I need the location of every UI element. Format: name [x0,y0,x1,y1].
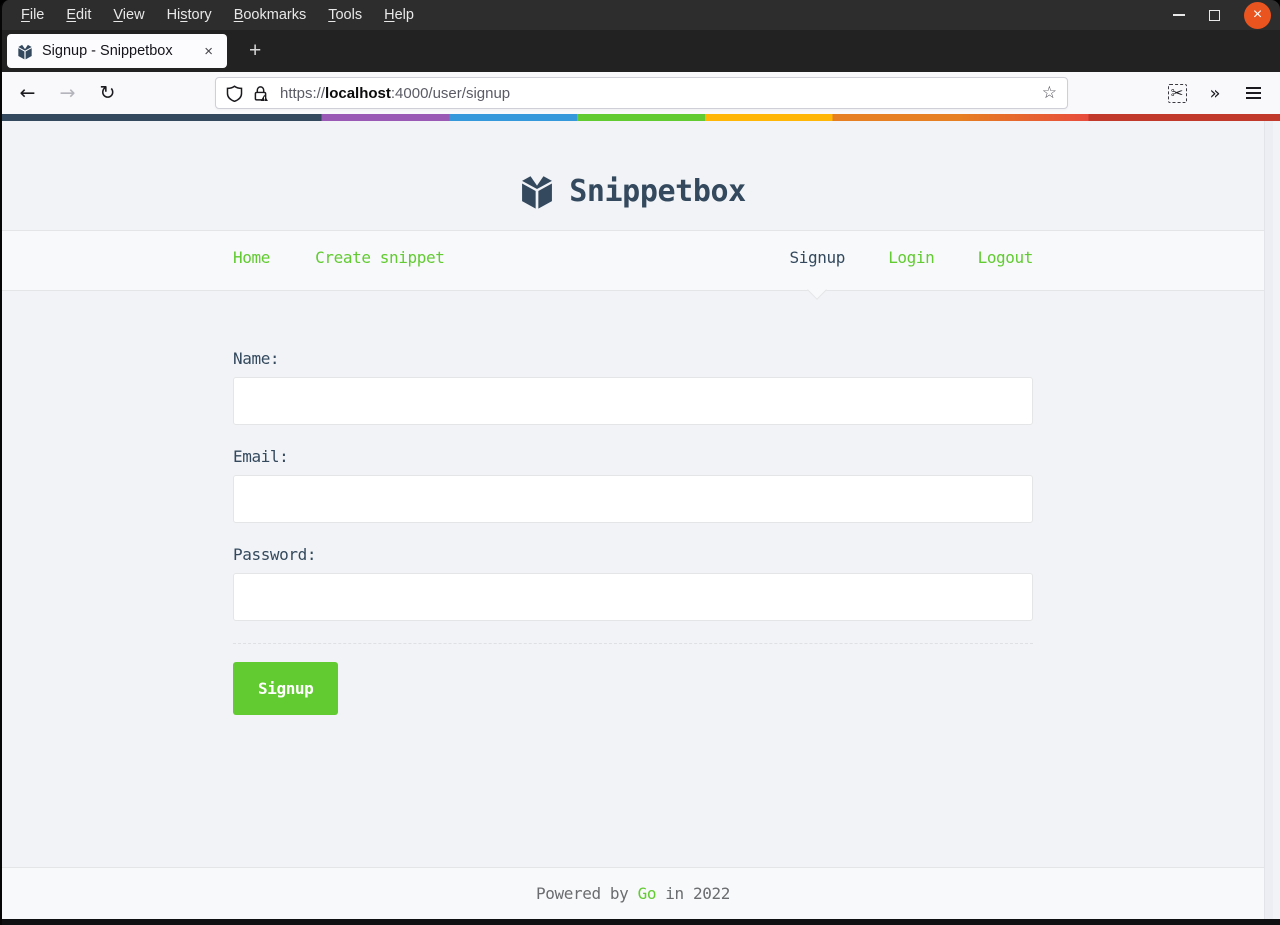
menu-bar: File Edit View History Bookmarks Tools H… [2,0,1280,30]
new-tab-button[interactable]: + [241,39,269,63]
close-button[interactable]: × [1244,1,1271,29]
nav-button-group: ← → ↻ [15,81,215,106]
forward-icon[interactable]: → [55,81,80,106]
nav-link-logout[interactable]: Logout [978,248,1034,267]
menu-file[interactable]: File [10,4,55,26]
screenshot-icon: ✂ [1167,83,1187,103]
toolbar-right-group: ✂ » [1163,79,1267,107]
site-header: Snippetbox [2,121,1264,231]
signup-form-area: Name: Email: Password: Signup [2,349,1264,867]
menu-tools[interactable]: Tools [317,4,373,26]
menu-help[interactable]: Help [373,4,425,26]
maximize-button[interactable] [1209,9,1220,21]
signup-submit-button[interactable]: Signup [233,662,339,715]
menu-history[interactable]: History [156,4,223,26]
active-tab-arrow [807,280,828,300]
signup-form: Name: Email: Password: Signup [233,349,1033,715]
hamburger-menu-icon[interactable] [1239,79,1267,107]
password-label: Password: [233,545,317,564]
menu-bookmarks[interactable]: Bookmarks [223,4,318,26]
shield-icon[interactable] [226,84,243,102]
form-group-password: Password: [233,545,1033,621]
menu-view[interactable]: View [102,4,155,26]
email-field[interactable] [233,475,1033,523]
site-nav: Home Create snippet Signup Login Logout [2,231,1264,300]
nav-link-create-snippet[interactable]: Create snippet [315,248,445,267]
page-content: Snippetbox Home Create snippet Signup Lo… [2,121,1264,919]
reload-icon[interactable]: ↻ [95,81,120,106]
lock-warning-icon[interactable] [252,85,269,102]
form-group-email: Email: [233,447,1033,523]
screenshot-button[interactable]: ✂ [1163,79,1191,107]
menu-edit[interactable]: Edit [55,4,102,26]
nav-link-signup[interactable]: Signup [790,248,845,300]
nav-right: Signup Login Logout [790,248,1034,300]
email-label: Email: [233,447,289,466]
tab-signup-snippetbox[interactable]: Signup - Snippetbox × [7,34,227,68]
back-icon[interactable]: ← [15,81,40,106]
page-viewport: Snippetbox Home Create snippet Signup Lo… [2,121,1280,919]
overflow-chevron-icon[interactable]: » [1201,79,1229,107]
url-text: https://localhost:4000/user/signup [280,84,511,102]
window-controls: × [1173,1,1280,29]
bookmark-star-icon[interactable]: ☆ [1042,83,1057,103]
browser-window: File Edit View History Bookmarks Tools H… [0,0,1280,925]
snippetbox-logo-icon [522,172,553,209]
nav-left: Home Create snippet [233,248,445,290]
page-title: Snippetbox [569,173,746,209]
scrollbar-track[interactable] [1264,121,1273,919]
tab-title: Signup - Snippetbox [42,43,173,59]
tab-bar: Signup - Snippetbox × + [2,30,1280,72]
window-bottom-edge [2,919,1280,925]
go-link[interactable]: Go [638,884,657,903]
name-label: Name: [233,349,280,368]
password-field[interactable] [233,573,1033,621]
navigation-toolbar: ← → ↻ https://localhost:4000/user/signup… [2,72,1280,114]
tab-close-icon[interactable]: × [198,41,219,62]
nav-link-login[interactable]: Login [888,248,935,267]
form-group-name: Name: [233,349,1033,425]
minimize-button[interactable] [1173,14,1185,16]
favicon-cube-icon [18,42,32,59]
brand-stripe [2,114,1280,121]
address-bar[interactable]: https://localhost:4000/user/signup ☆ [215,77,1068,109]
brand-link[interactable]: Snippetbox [520,152,746,230]
name-field[interactable] [233,377,1033,425]
nav-link-home[interactable]: Home [233,248,270,267]
submit-row: Signup [233,643,1033,715]
site-footer: Powered by Go in 2022 [2,867,1264,919]
